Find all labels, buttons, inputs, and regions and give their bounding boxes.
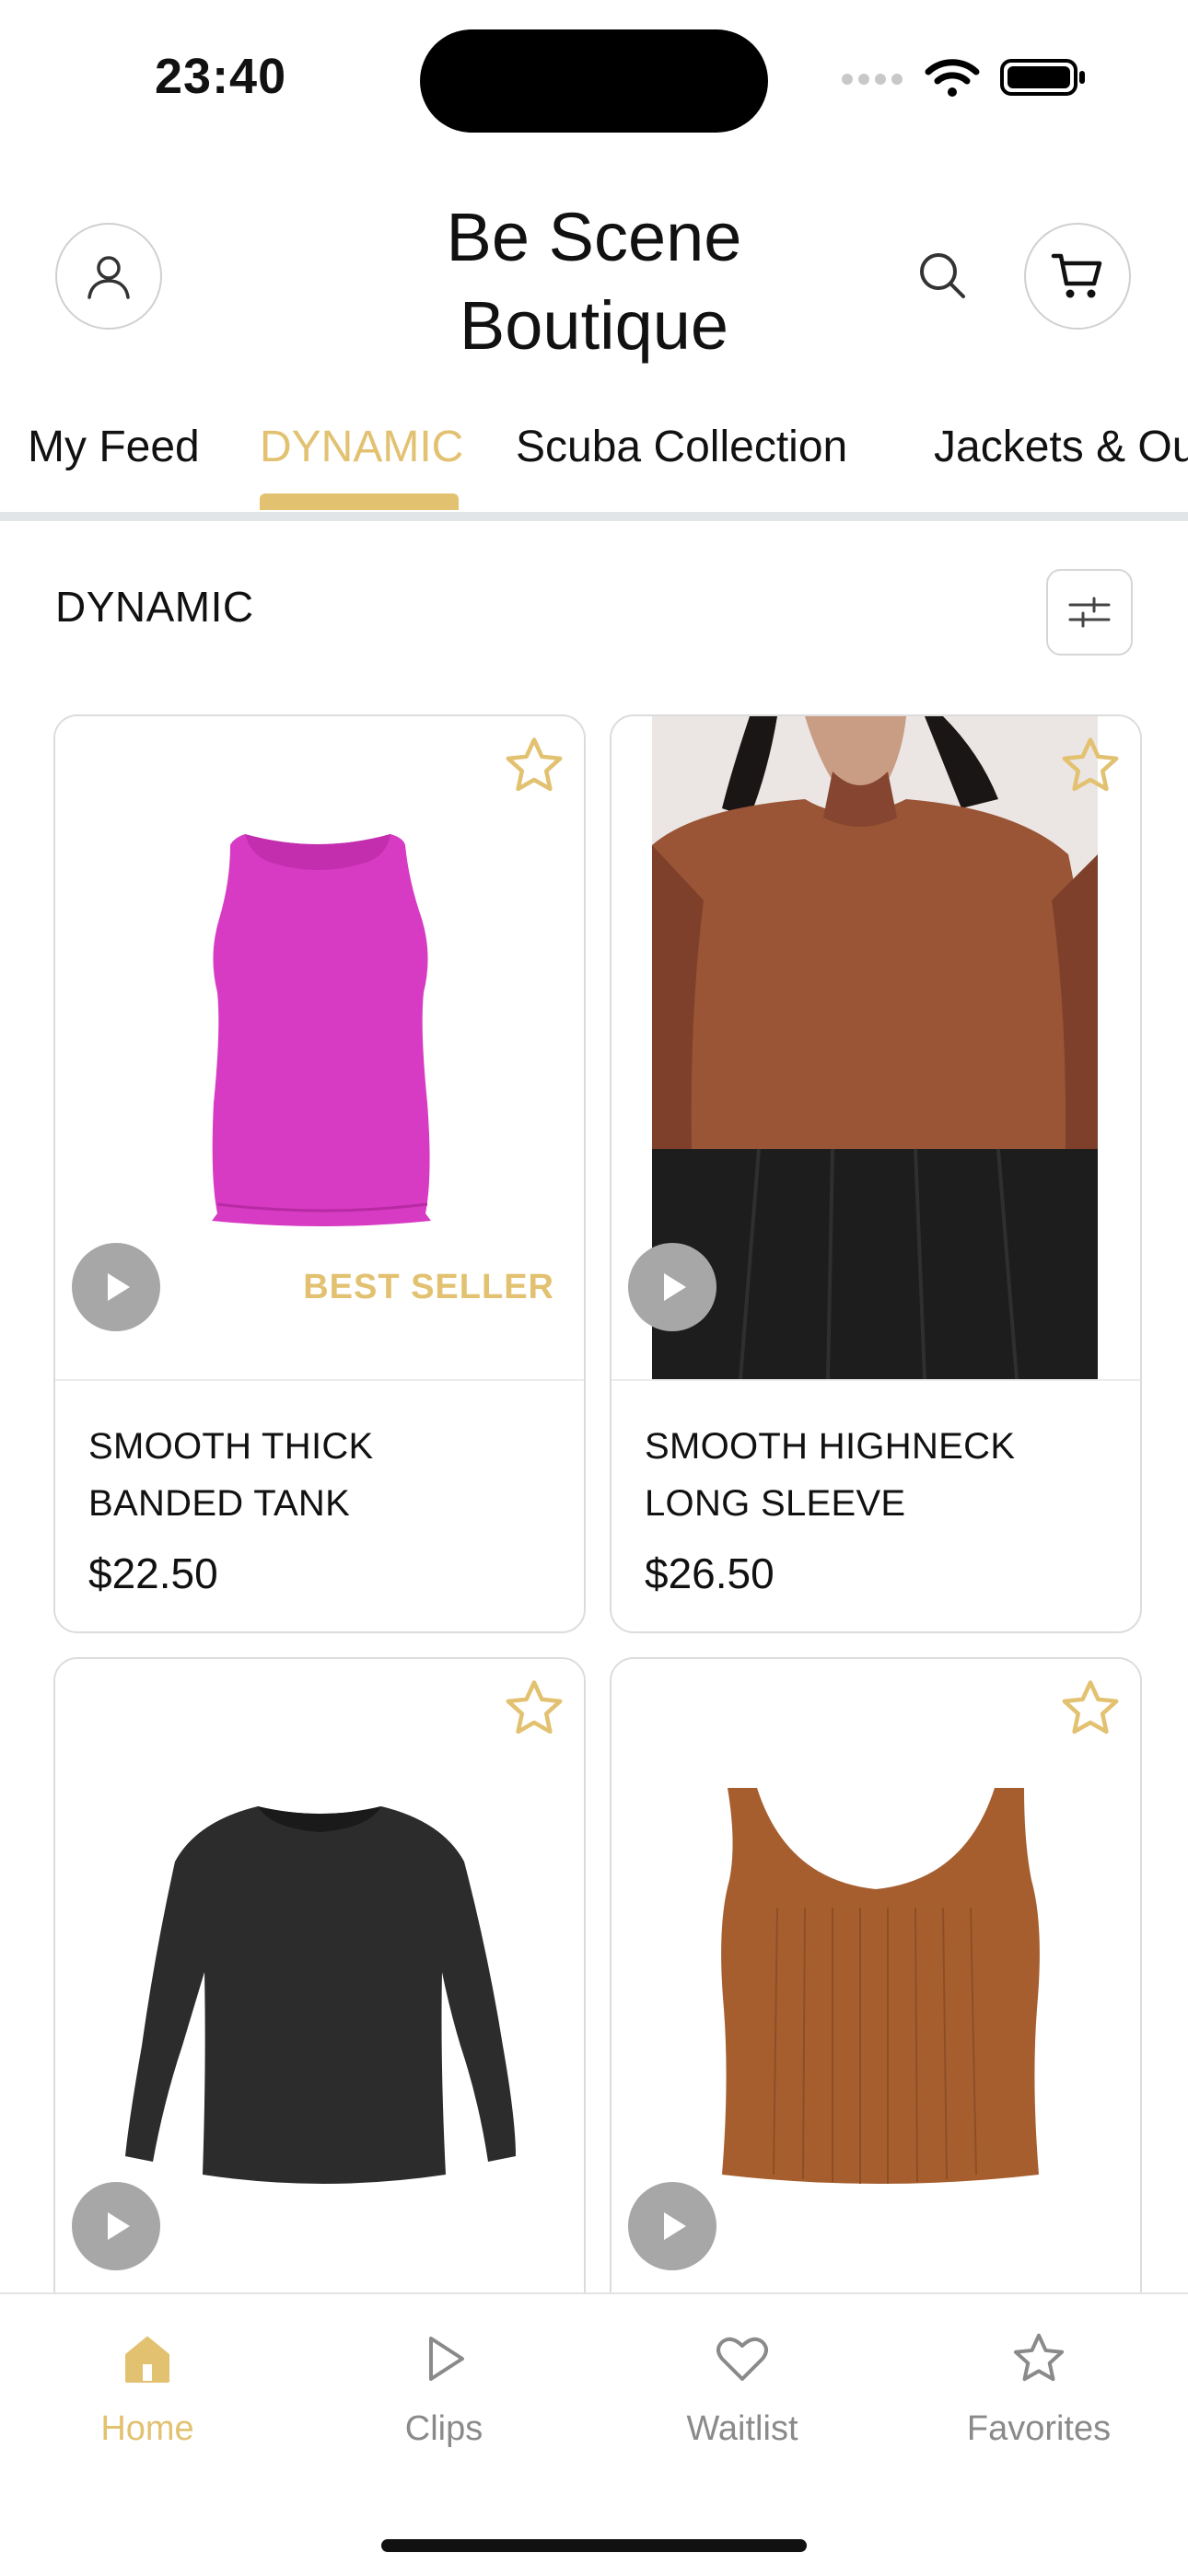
star-icon [1013, 2333, 1065, 2382]
play-icon [664, 1273, 686, 1301]
category-tabs: My Feed DYNAMIC Scuba Collection Jackets… [0, 405, 1188, 516]
play-icon [108, 1273, 130, 1301]
tabs-divider [0, 512, 1188, 521]
play-icon [108, 2212, 130, 2240]
tab-my-feed[interactable]: My Feed [28, 422, 200, 472]
home-indicator [381, 2539, 807, 2552]
title-line-2: Boutique [459, 287, 729, 364]
star-icon [1062, 1680, 1119, 1735]
play-video-button[interactable] [72, 1243, 160, 1331]
cart-icon [1051, 253, 1102, 298]
star-icon [1062, 737, 1119, 792]
sliders-icon [1068, 597, 1111, 628]
cart-button[interactable] [1024, 223, 1131, 330]
product-image[interactable] [611, 716, 1140, 1381]
tab-dynamic[interactable]: DYNAMIC [260, 422, 463, 472]
bottom-navigation: Home Clips Waitlist Favorites [0, 2292, 1188, 2576]
product-name-line-1: SMOOTH HIGHNECK [645, 1426, 1016, 1467]
nav-clips[interactable]: Clips [333, 2329, 554, 2449]
status-icons [840, 57, 1087, 98]
play-icon [429, 2337, 464, 2381]
nav-clips-label: Clips [404, 2409, 483, 2448]
tab-jackets[interactable]: Jackets & Ou [934, 422, 1188, 472]
play-icon [664, 2212, 686, 2240]
product-card[interactable]: SMOOTH HIGHNECK LONG SLEEVE $26.50 [610, 714, 1142, 1633]
active-tab-indicator [260, 493, 459, 510]
favorite-button[interactable] [501, 733, 567, 804]
product-image[interactable] [55, 1659, 584, 2318]
tab-scuba-collection[interactable]: Scuba Collection [516, 422, 847, 472]
star-icon [506, 737, 563, 792]
product-image[interactable] [611, 1659, 1140, 2318]
filter-button[interactable] [1046, 569, 1133, 656]
product-name-line-2: LONG SLEEVE [645, 1483, 906, 1524]
section-title: DYNAMIC [55, 583, 254, 631]
favorite-button[interactable] [1057, 733, 1124, 804]
cellular-icon [842, 74, 903, 85]
page-title: Be Scene Boutique [0, 193, 1188, 370]
product-card[interactable] [610, 1657, 1142, 2320]
product-name-line-2: BANDED TANK [88, 1483, 351, 1524]
play-video-button[interactable] [628, 1243, 716, 1331]
dynamic-island [420, 29, 768, 133]
wifi-icon [925, 59, 980, 97]
title-line-1: Be Scene [446, 199, 742, 275]
product-price: $22.50 [88, 1549, 218, 1597]
best-seller-badge: BEST SELLER [303, 1268, 554, 1306]
nav-home-label: Home [100, 2409, 194, 2448]
play-video-button[interactable] [628, 2182, 716, 2270]
nav-home[interactable]: Home [37, 2329, 258, 2449]
favorite-button[interactable] [501, 1676, 567, 1746]
nav-favorites[interactable]: Favorites [928, 2329, 1149, 2449]
product-price: $26.50 [645, 1549, 775, 1597]
favorite-button[interactable] [1057, 1676, 1124, 1746]
product-card[interactable]: BEST SELLER SMOOTH THICK BANDED TANK $22… [53, 714, 586, 1633]
product-image[interactable]: BEST SELLER [55, 716, 584, 1381]
nav-favorites-label: Favorites [966, 2409, 1112, 2448]
play-video-button[interactable] [72, 2182, 160, 2270]
product-card[interactable] [53, 1657, 586, 2320]
nav-waitlist-label: Waitlist [686, 2409, 798, 2448]
status-time: 23:40 [155, 49, 287, 104]
search-icon [920, 253, 965, 298]
home-icon [125, 2337, 169, 2383]
star-icon [506, 1680, 563, 1735]
nav-waitlist[interactable]: Waitlist [632, 2329, 853, 2449]
heart-icon [716, 2337, 768, 2381]
battery-icon [1000, 59, 1085, 96]
product-name-line-1: SMOOTH THICK [88, 1426, 374, 1467]
search-button[interactable] [915, 249, 971, 308]
